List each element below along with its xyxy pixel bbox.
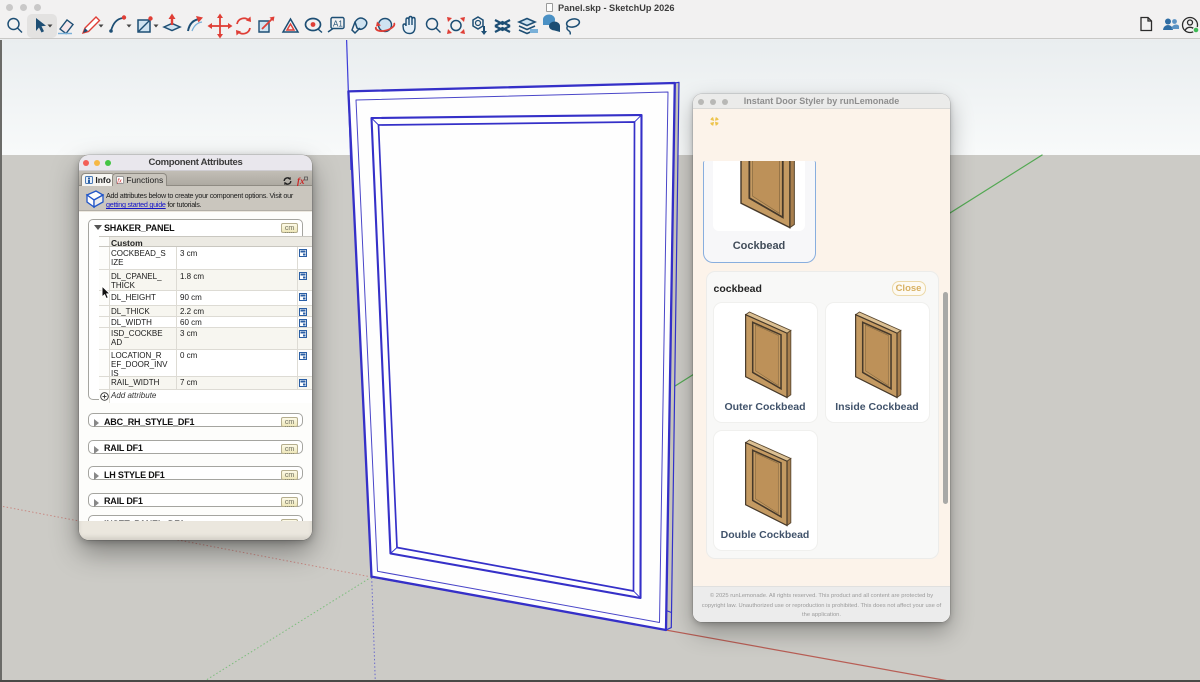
- svg-text:fx: fx: [117, 178, 122, 185]
- svg-text:fx: fx: [297, 176, 305, 186]
- svg-text:A1: A1: [333, 20, 343, 29]
